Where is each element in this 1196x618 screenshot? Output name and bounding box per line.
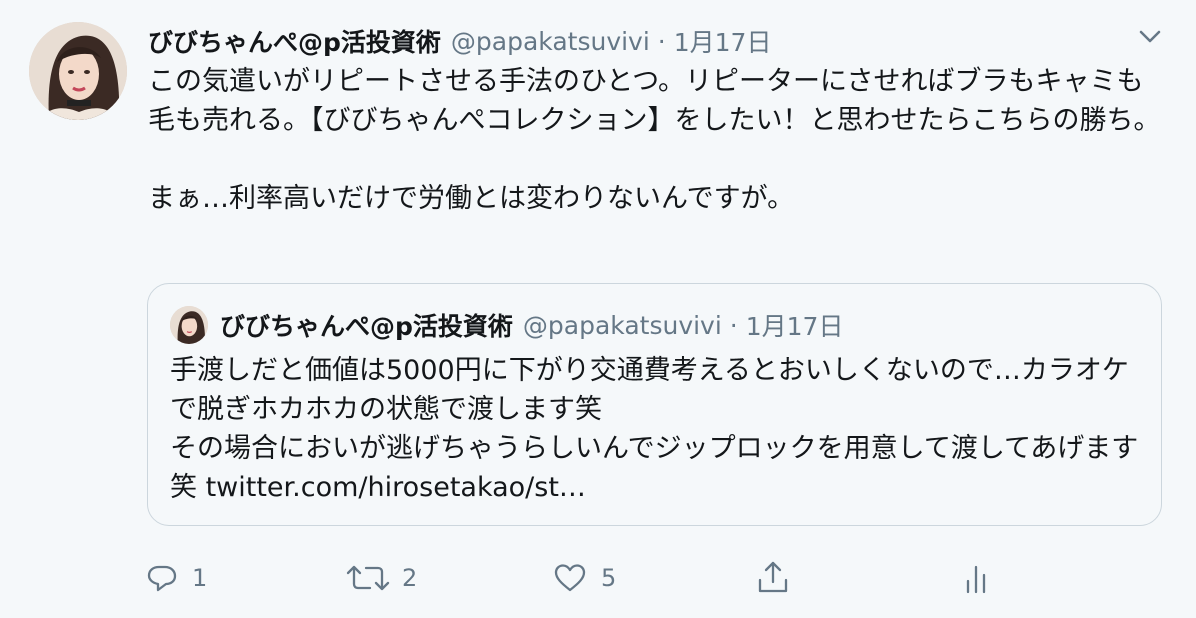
like-button[interactable]: 5 <box>553 556 616 600</box>
like-count: 5 <box>601 564 617 592</box>
action-bar: 1 2 5 <box>0 556 1196 600</box>
quoted-header: びびちゃんぺ@p活投資術 @papakatsuvivi · 1月17日 <box>220 308 843 342</box>
retweet-button[interactable]: 2 <box>344 556 417 600</box>
heart-icon <box>553 562 587 594</box>
share-button[interactable] <box>755 556 791 600</box>
retweet-icon <box>344 562 392 594</box>
analytics-button[interactable] <box>963 556 993 600</box>
share-icon <box>755 560 791 596</box>
quoted-header-separator: · <box>729 310 738 340</box>
header-separator: · <box>657 26 666 56</box>
chevron-down-icon[interactable] <box>1136 24 1164 48</box>
tweet-text: この気遣いがリピートさせる手法のひとつ。リピーターにさせればブラもキャミも毛も売… <box>148 62 1168 218</box>
quoted-text-line: 手渡しだと価値は5000円に下がり交通費考えるとおいしくないので…カラオケで脱ぎ… <box>170 355 1129 425</box>
author-name[interactable]: びびちゃんぺ@p活投資術 <box>148 23 441 59</box>
quoted-avatar <box>170 306 208 344</box>
quoted-tweet[interactable]: びびちゃんぺ@p活投資術 @papakatsuvivi · 1月17日 手渡しだ… <box>147 283 1162 526</box>
tweet-text-paragraph: この気遣いがリピートさせる手法のひとつ。リピーターにさせればブラもキャミも毛も売… <box>148 66 1161 136</box>
author-handle[interactable]: @papakatsuvivi <box>451 27 650 56</box>
tweet-header: びびちゃんぺ@p活投資術 @papakatsuvivi · 1月17日 <box>148 24 771 58</box>
avatar[interactable] <box>29 22 127 120</box>
reply-count: 1 <box>192 564 208 592</box>
quoted-text-line: その場合においが逃げちゃうらしいんでジップロックを用意して渡してあげます笑 tw… <box>170 433 1139 503</box>
quoted-author-name: びびちゃんぺ@p活投資術 <box>220 312 513 341</box>
tweet-date[interactable]: 1月17日 <box>674 23 772 59</box>
reply-button[interactable]: 1 <box>146 556 207 600</box>
quoted-date: 1月17日 <box>745 312 844 341</box>
tweet-text-paragraph: まぁ…利率高いだけで労働とは変わりないんですが。 <box>148 183 795 214</box>
analytics-icon <box>963 561 993 595</box>
quoted-author-handle: @papakatsuvivi <box>522 310 722 340</box>
retweet-count: 2 <box>402 564 418 592</box>
tweet[interactable]: びびちゃんぺ@p活投資術 @papakatsuvivi · 1月17日 この気遣… <box>0 0 1196 618</box>
reply-icon <box>146 562 178 594</box>
quoted-text: 手渡しだと価値は5000円に下がり交通費考えるとおいしくないので…カラオケで脱ぎ… <box>170 351 1145 507</box>
